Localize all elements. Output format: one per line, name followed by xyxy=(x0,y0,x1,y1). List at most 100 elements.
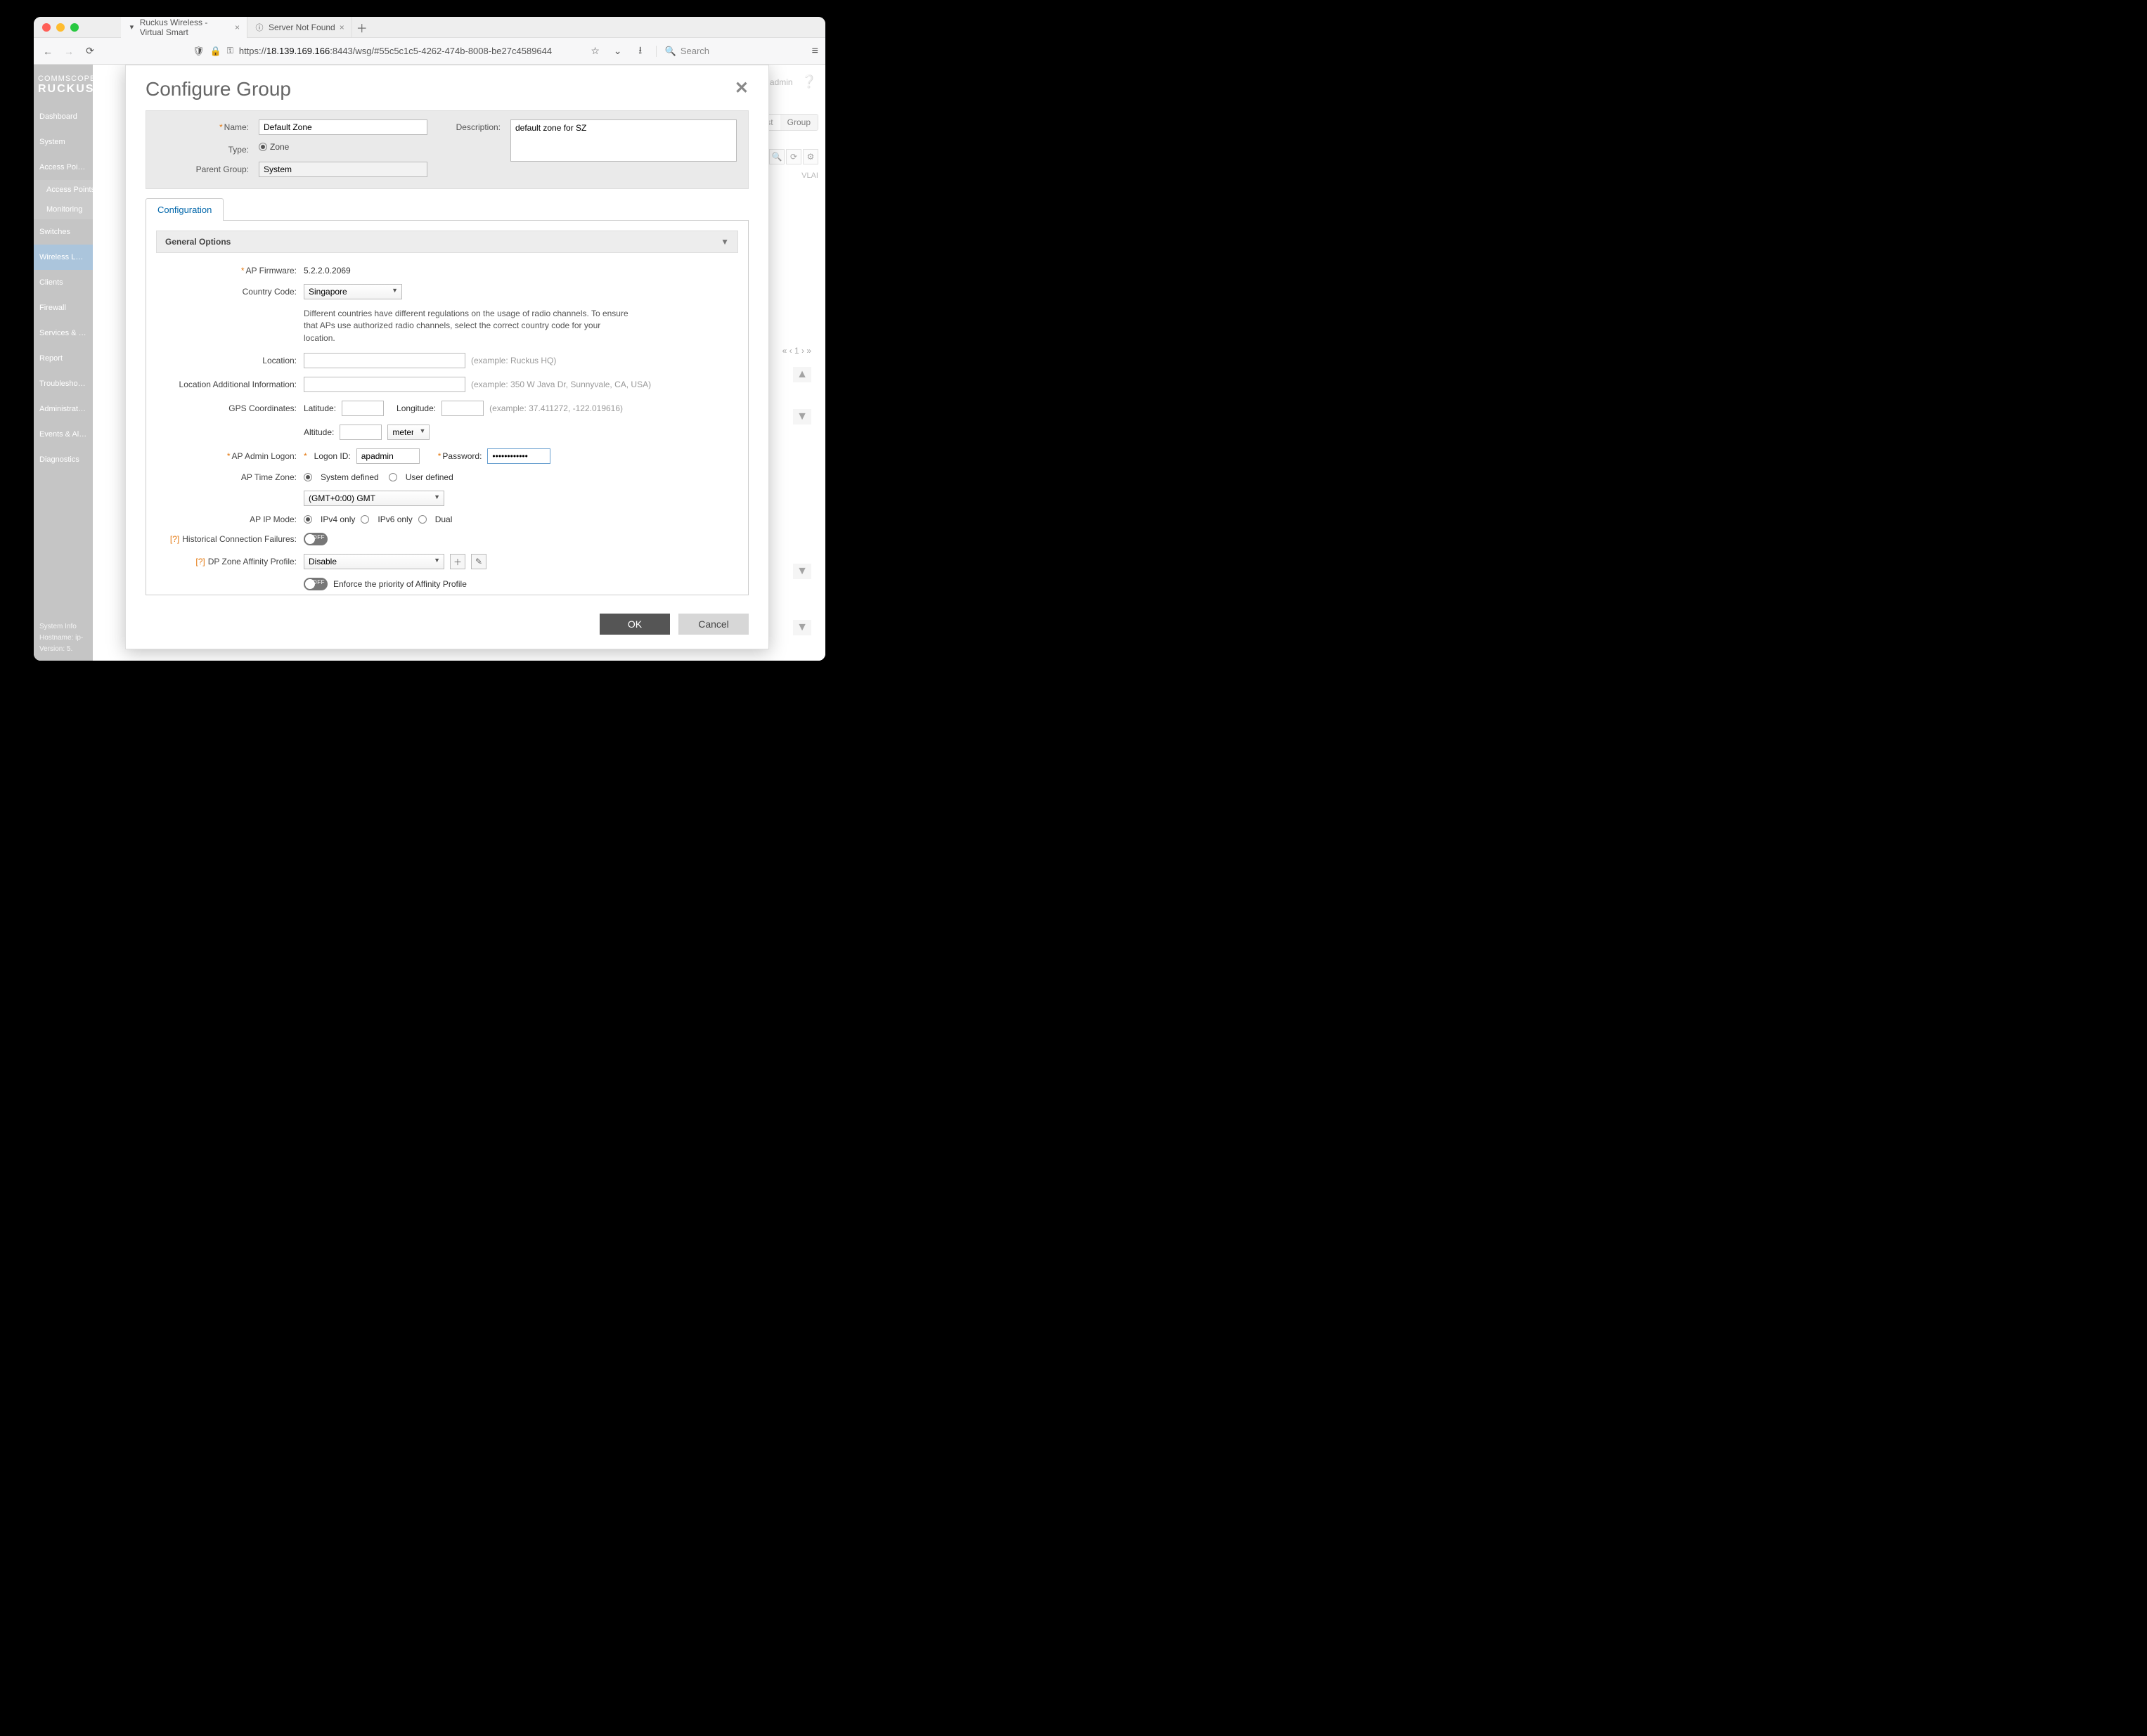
ap-admin-label: *AP Admin Logon: xyxy=(156,451,297,461)
location-additional-hint: (example: 350 W Java Dr, Sunnyvale, CA, … xyxy=(471,380,651,389)
close-modal-icon[interactable]: ✕ xyxy=(735,78,749,98)
description-input[interactable]: default zone for SZ xyxy=(510,119,737,162)
password-input[interactable] xyxy=(487,448,550,464)
altitude-input[interactable] xyxy=(340,425,382,440)
sidebar-item-services[interactable]: Services & Profiles xyxy=(34,320,93,346)
name-input[interactable] xyxy=(259,119,427,135)
logon-id-input[interactable] xyxy=(356,448,420,464)
tz-user-radio[interactable] xyxy=(389,473,397,481)
url-text: https://18.139.169.166:8443/wsg/#55c5c1c… xyxy=(239,46,552,56)
browser-search[interactable]: 🔍 Search xyxy=(656,46,789,57)
reload-icon[interactable]: ⟳ xyxy=(83,44,97,58)
ipmode-ipv4-radio[interactable] xyxy=(304,515,312,524)
enforce-priority-toggle[interactable]: OFF xyxy=(304,578,328,590)
collapse-caret-1[interactable]: ▲ xyxy=(793,367,811,382)
configuration-panel: General Options ▼ *AP Firmware: 5.2.2.0.… xyxy=(146,221,749,595)
window-controls[interactable] xyxy=(42,23,79,32)
collapse-caret-2[interactable]: ▼ xyxy=(793,409,811,425)
sidebar-item-clients[interactable]: Clients xyxy=(34,270,93,295)
bookmark-star-icon[interactable]: ☆ xyxy=(588,44,602,58)
type-label: Type: xyxy=(157,142,249,155)
view-group[interactable]: Group xyxy=(780,115,818,130)
historical-failures-toggle[interactable]: OFF xyxy=(304,533,328,545)
ipmode-ipv6-radio[interactable] xyxy=(361,515,369,524)
sidebar-item-dashboard[interactable]: Dashboard xyxy=(34,104,93,129)
browser-toolbar: ← → ⟳ 🛡 🔒 ⚿ https://18.139.169.166:8443/… xyxy=(34,38,825,65)
hamburger-menu-icon[interactable]: ≡ xyxy=(812,45,818,58)
location-additional-label: Location Additional Information: xyxy=(156,380,297,389)
grid-toolbar: 🔍 ⟳ ⚙ xyxy=(769,149,818,164)
browser-tab-notfound[interactable]: ⓘ Server Not Found × xyxy=(247,17,352,38)
address-bar[interactable]: 🛡 🔒 ⚿ https://18.139.169.166:8443/wsg/#5… xyxy=(188,46,554,57)
settings-grid-icon[interactable]: ⚙ xyxy=(803,149,818,164)
brand-logo: COMMSCOPE RUCKUS xyxy=(34,69,93,104)
search-grid-icon[interactable]: 🔍 xyxy=(769,149,785,164)
type-radio-zone[interactable] xyxy=(259,143,267,151)
gps-hint: (example: 37.411272, -122.019616) xyxy=(489,403,623,413)
configure-group-modal: Configure Group ✕ *Name: Description: de… xyxy=(125,65,769,649)
dp-affinity-label: [?]DP Zone Affinity Profile: xyxy=(156,557,297,566)
tab-configuration[interactable]: Configuration xyxy=(146,198,224,221)
ruckus-favicon-icon: ▾ xyxy=(128,22,136,32)
sidebar-item-events[interactable]: Events & Alarms xyxy=(34,422,93,447)
latitude-input[interactable] xyxy=(342,401,384,416)
help-icon[interactable]: ❔ xyxy=(801,75,817,89)
dp-affinity-select[interactable]: Disable xyxy=(304,554,444,569)
country-code-note: Different countries have different regul… xyxy=(304,308,634,344)
back-icon[interactable]: ← xyxy=(41,44,55,58)
search-placeholder: Search xyxy=(681,46,709,56)
sidebar-sub-access-points[interactable]: Access Points xyxy=(34,180,93,200)
location-label: Location: xyxy=(156,356,297,365)
altitude-unit-select[interactable]: meters xyxy=(387,425,430,440)
edit-affinity-button[interactable]: ✎ xyxy=(471,554,486,569)
browser-tab-ruckus[interactable]: ▾ Ruckus Wireless - Virtual Smart × xyxy=(121,17,247,38)
tab-title: Ruckus Wireless - Virtual Smart xyxy=(140,18,231,37)
sidebar-sub-monitoring[interactable]: Monitoring xyxy=(34,200,93,219)
longitude-label: Longitude: xyxy=(396,403,436,413)
collapse-caret-4[interactable]: ▼ xyxy=(793,620,811,635)
new-tab-button[interactable]: ＋ xyxy=(356,19,368,36)
info-favicon-icon: ⓘ xyxy=(254,22,264,32)
longitude-input[interactable] xyxy=(441,401,484,416)
ok-button[interactable]: OK xyxy=(600,614,670,635)
sidebar-item-troubleshooting[interactable]: Troubleshooting xyxy=(34,371,93,396)
refresh-grid-icon[interactable]: ⟳ xyxy=(786,149,801,164)
lock-icon: 🔒 xyxy=(210,46,221,57)
maximize-window-icon[interactable] xyxy=(70,23,79,32)
country-code-select[interactable]: Singapore xyxy=(304,284,402,299)
country-code-label: Country Code: xyxy=(156,287,297,297)
sidebar-item-wireless-lans[interactable]: Wireless LANs xyxy=(34,245,93,270)
sidebar-item-access-points[interactable]: Access Points xyxy=(34,155,93,180)
timezone-select[interactable]: (GMT+0:00) GMT xyxy=(304,491,444,506)
sidebar-item-switches[interactable]: Switches xyxy=(34,219,93,245)
tz-system-radio[interactable] xyxy=(304,473,312,481)
location-input[interactable] xyxy=(304,353,465,368)
historical-failures-label: [?]Historical Connection Failures: xyxy=(156,534,297,544)
sidebar-item-system[interactable]: System xyxy=(34,129,93,155)
cancel-button[interactable]: Cancel xyxy=(678,614,749,635)
close-tab-icon[interactable]: × xyxy=(235,22,240,32)
logon-id-label: Logon ID: xyxy=(314,451,351,461)
tab-title: Server Not Found xyxy=(269,22,335,32)
key-icon: ⚿ xyxy=(227,46,233,56)
sidebar-item-administration[interactable]: Administration xyxy=(34,396,93,422)
add-affinity-button[interactable]: ＋ xyxy=(450,554,465,569)
close-window-icon[interactable] xyxy=(42,23,51,32)
ip-mode-label: AP IP Mode: xyxy=(156,514,297,524)
sidebar-item-diagnostics[interactable]: Diagnostics xyxy=(34,447,93,472)
chevron-down-icon: ▼ xyxy=(721,237,729,247)
ipmode-dual-radio[interactable] xyxy=(418,515,427,524)
minimize-window-icon[interactable] xyxy=(56,23,65,32)
sidebar-item-report[interactable]: Report xyxy=(34,346,93,371)
location-additional-input[interactable] xyxy=(304,377,465,392)
close-tab-icon[interactable]: × xyxy=(340,22,344,32)
password-label: Password: xyxy=(442,451,482,461)
pocket-icon[interactable]: ⌄ xyxy=(611,44,625,58)
pager: « ‹ 1 › » xyxy=(782,346,811,356)
download-icon[interactable]: ⭳ xyxy=(633,44,647,58)
section-general-options[interactable]: General Options ▼ xyxy=(156,231,738,253)
forward-icon[interactable]: → xyxy=(62,44,76,58)
sidebar: COMMSCOPE RUCKUS Dashboard System Access… xyxy=(34,65,93,661)
sidebar-item-firewall[interactable]: Firewall xyxy=(34,295,93,320)
collapse-caret-3[interactable]: ▼ xyxy=(793,564,811,579)
